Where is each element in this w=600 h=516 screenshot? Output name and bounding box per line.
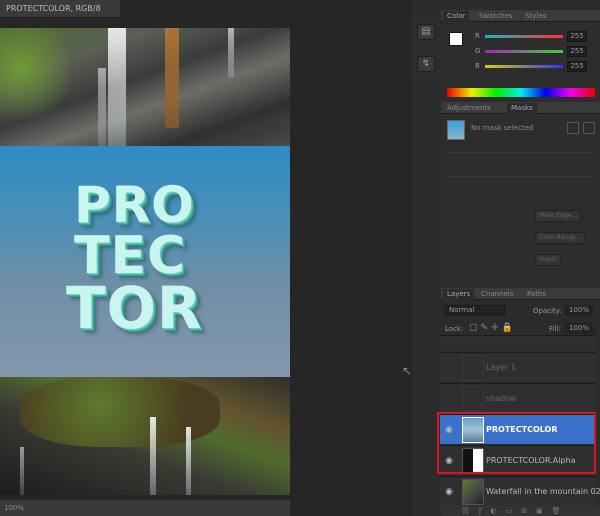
opacity-field[interactable]: 100% [565, 305, 593, 316]
layer-row-partial [440, 335, 596, 350]
collapsed-panels: ▤ ↯ [412, 18, 440, 78]
tab-swatches[interactable]: Swatches [475, 11, 516, 22]
layer-name: shadow [486, 394, 517, 403]
layer-thumbnail [462, 479, 484, 505]
tab-masks[interactable]: Masks [507, 103, 537, 114]
b-label: B [475, 62, 480, 70]
masks-panel: Adjustments Masks No mask selected Mask … [441, 102, 600, 288]
b-value[interactable]: 255 [567, 61, 587, 72]
layer-row-shadow[interactable]: shadow [440, 383, 596, 413]
lock-label: Lock: [445, 325, 464, 333]
layer-row-layer1[interactable]: Layer 1 [440, 352, 596, 382]
color-ramp[interactable] [447, 88, 595, 97]
tab-layers[interactable]: Layers [443, 289, 475, 300]
actions-icon[interactable]: ↯ [417, 56, 435, 72]
color-range-button[interactable]: Color Range... [535, 232, 586, 244]
tab-styles[interactable]: Styles [521, 11, 550, 22]
opacity-label: Opacity: [533, 307, 562, 315]
waterfall-photo-bottom [0, 377, 290, 495]
g-value[interactable]: 255 [567, 46, 587, 57]
layer-name: Layer 1 [486, 363, 516, 372]
layer-row-waterfall[interactable]: ◉ Waterfall in the mountain 02 [440, 476, 600, 506]
status-bar: 100% [0, 500, 290, 516]
g-slider[interactable] [485, 50, 563, 53]
protector-poster: PRO TEC TOR [0, 146, 290, 377]
layer-thumbnail [462, 355, 484, 381]
g-label: G [475, 47, 481, 55]
r-slider[interactable] [485, 35, 563, 38]
mask-thumbnail [447, 120, 465, 140]
tab-paths[interactable]: Paths [523, 289, 550, 300]
r-label: R [475, 32, 480, 40]
layer-thumbnail [462, 386, 484, 412]
foreground-swatch[interactable] [449, 32, 463, 46]
tab-color[interactable]: Color [443, 11, 470, 22]
poster-line-3: TOR [66, 274, 203, 342]
highlight-outline [437, 412, 596, 474]
fill-field[interactable]: 100% [565, 323, 593, 334]
layer-name: Waterfall in the mountain 02 [486, 487, 600, 496]
b-slider[interactable] [485, 65, 563, 68]
r-value[interactable]: 255 [567, 31, 587, 42]
vector-mask-icon[interactable] [583, 122, 595, 134]
mask-edge-button[interactable]: Mask Edge... [535, 210, 582, 222]
invert-button[interactable]: Invert [535, 254, 561, 266]
cursor-icon: ↖ [402, 364, 413, 378]
pixel-mask-icon[interactable] [567, 122, 579, 134]
document-canvas[interactable]: PRO TEC TOR [0, 28, 290, 495]
tab-channels[interactable]: Channels [477, 289, 517, 300]
mask-status: No mask selected [471, 124, 534, 132]
lock-icons[interactable]: □✎✛🔒 [469, 323, 516, 333]
color-panel: Color Swatches Styles R 255 G 255 B 255 [441, 10, 600, 102]
waterfall-photo-top [0, 28, 290, 146]
tab-adjustments[interactable]: Adjustments [443, 103, 495, 114]
document-tab[interactable]: PROTECTCOLOR, RGB/8 [0, 0, 120, 18]
fill-label: Fill: [549, 325, 561, 333]
history-icon[interactable]: ▤ [417, 24, 435, 40]
layers-footer-icons[interactable]: ⛓ƒ◐▭⊞▣🗑 [441, 506, 600, 516]
blend-mode-select[interactable]: Normal [445, 305, 505, 316]
visibility-eye-icon[interactable]: ◉ [443, 486, 455, 498]
